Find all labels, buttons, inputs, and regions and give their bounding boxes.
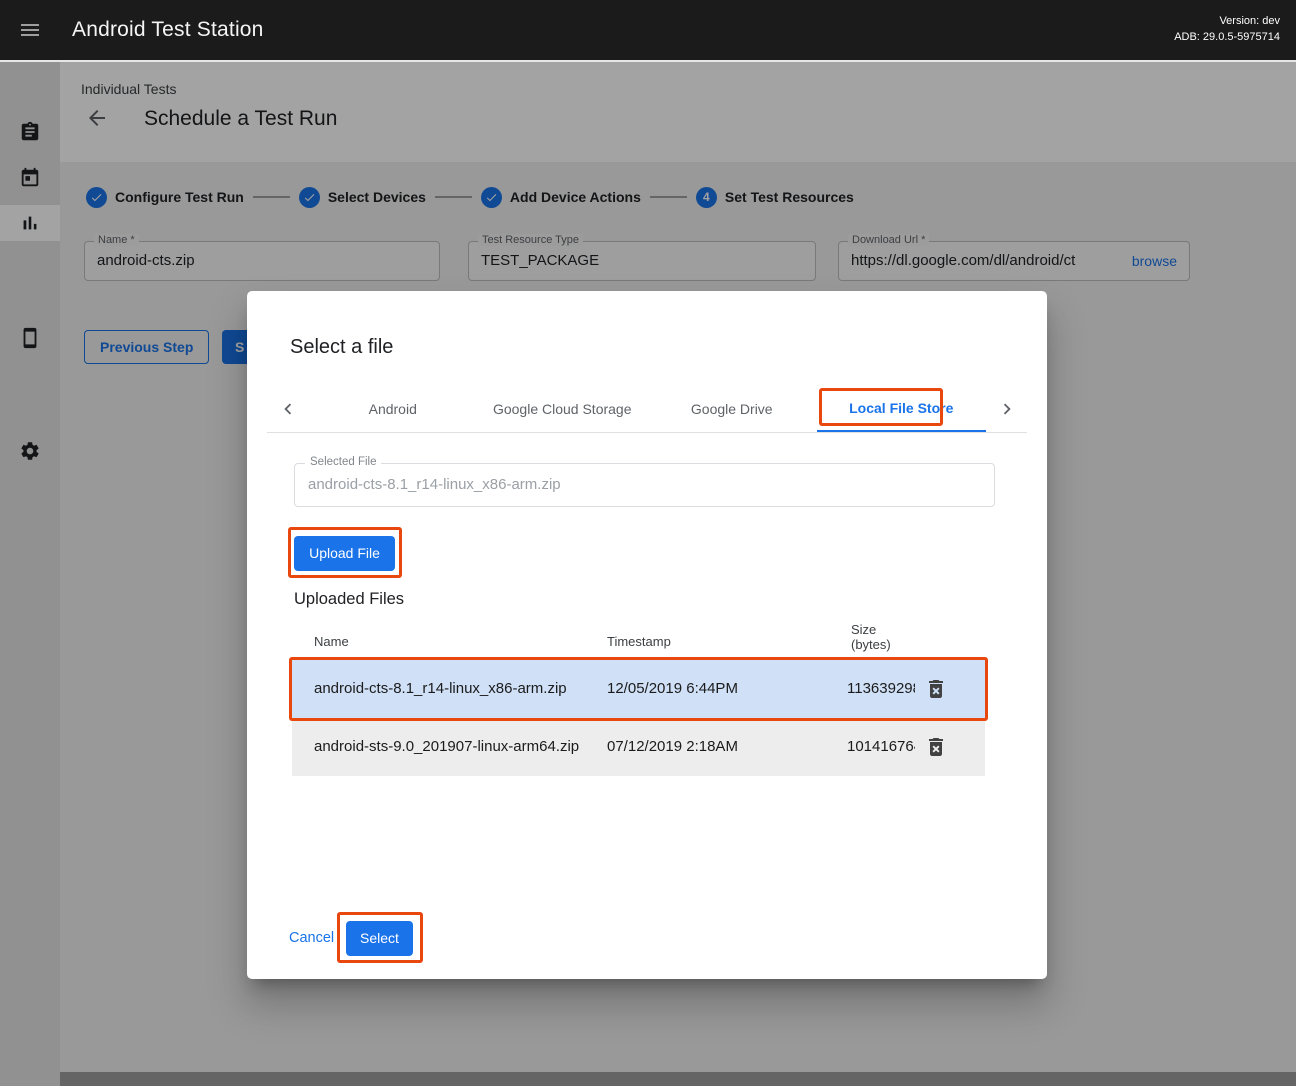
column-header-timestamp: Timestamp bbox=[607, 634, 671, 649]
file-source-tabs: Android Google Cloud Storage Google Driv… bbox=[267, 385, 1027, 433]
timestamp-cell: 07/12/2019 2:18AM bbox=[607, 718, 738, 776]
column-header-size-line1: Size bbox=[851, 622, 876, 637]
selected-file-value: android-cts-8.1_r14-linux_x86-arm.zip bbox=[308, 464, 561, 506]
timestamp-cell: 12/05/2019 6:44PM bbox=[607, 660, 738, 718]
select-file-dialog: Select a file Android Google Cloud Stora… bbox=[247, 291, 1047, 979]
tab-google-cloud-storage[interactable]: Google Cloud Storage bbox=[478, 385, 648, 432]
column-header-size: Size (bytes) bbox=[851, 622, 891, 652]
tab-google-drive[interactable]: Google Drive bbox=[647, 385, 817, 432]
app-title: Android Test Station bbox=[72, 0, 264, 60]
menu-icon[interactable] bbox=[18, 18, 42, 42]
adb-version-line: ADB: 29.0.5-5975714 bbox=[1174, 29, 1280, 45]
select-button[interactable]: Select bbox=[346, 921, 413, 956]
upload-file-button[interactable]: Upload File bbox=[294, 536, 395, 571]
uploaded-files-table: Name Timestamp Size (bytes) android-cts-… bbox=[292, 618, 985, 776]
delete-forever-icon bbox=[924, 677, 948, 701]
column-header-name: Name bbox=[314, 634, 349, 649]
tab-local-file-store[interactable]: Local File Store bbox=[817, 385, 987, 432]
file-name-cell: android-sts-9.0_201907-linux-arm64.zip bbox=[314, 718, 579, 776]
delete-forever-icon bbox=[924, 735, 948, 759]
size-cell: 101416764 bbox=[847, 718, 915, 776]
file-name-cell: android-cts-8.1_r14-linux_x86-arm.zip bbox=[314, 660, 567, 718]
delete-file-button[interactable] bbox=[924, 677, 948, 701]
version-line: Version: dev bbox=[1174, 13, 1280, 29]
delete-file-button[interactable] bbox=[924, 735, 948, 759]
table-row-sts[interactable]: android-sts-9.0_201907-linux-arm64.zip 0… bbox=[292, 718, 985, 776]
topbar-divider bbox=[0, 60, 1296, 62]
column-header-size-line2: (bytes) bbox=[851, 637, 891, 652]
chevron-left-icon bbox=[277, 398, 299, 420]
table-header-row: Name Timestamp Size (bytes) bbox=[292, 618, 985, 660]
selected-file-field[interactable]: Selected File android-cts-8.1_r14-linux_… bbox=[294, 463, 995, 507]
tabs-scroll-left-button[interactable] bbox=[267, 385, 308, 432]
tab-android[interactable]: Android bbox=[308, 385, 478, 432]
table-row-cts[interactable]: android-cts-8.1_r14-linux_x86-arm.zip 12… bbox=[292, 660, 985, 718]
uploaded-files-heading: Uploaded Files bbox=[294, 590, 404, 609]
tabs-scroll-right-button[interactable] bbox=[986, 385, 1027, 432]
size-cell: 113639298 bbox=[847, 660, 915, 718]
version-info: Version: dev ADB: 29.0.5-5975714 bbox=[1174, 13, 1280, 45]
chevron-right-icon bbox=[996, 398, 1018, 420]
app-screen: Android Test Station Version: dev ADB: 2… bbox=[0, 0, 1296, 1086]
topbar: Android Test Station Version: dev ADB: 2… bbox=[0, 0, 1296, 60]
cancel-button[interactable]: Cancel bbox=[289, 930, 334, 946]
dialog-title: Select a file bbox=[290, 336, 393, 359]
